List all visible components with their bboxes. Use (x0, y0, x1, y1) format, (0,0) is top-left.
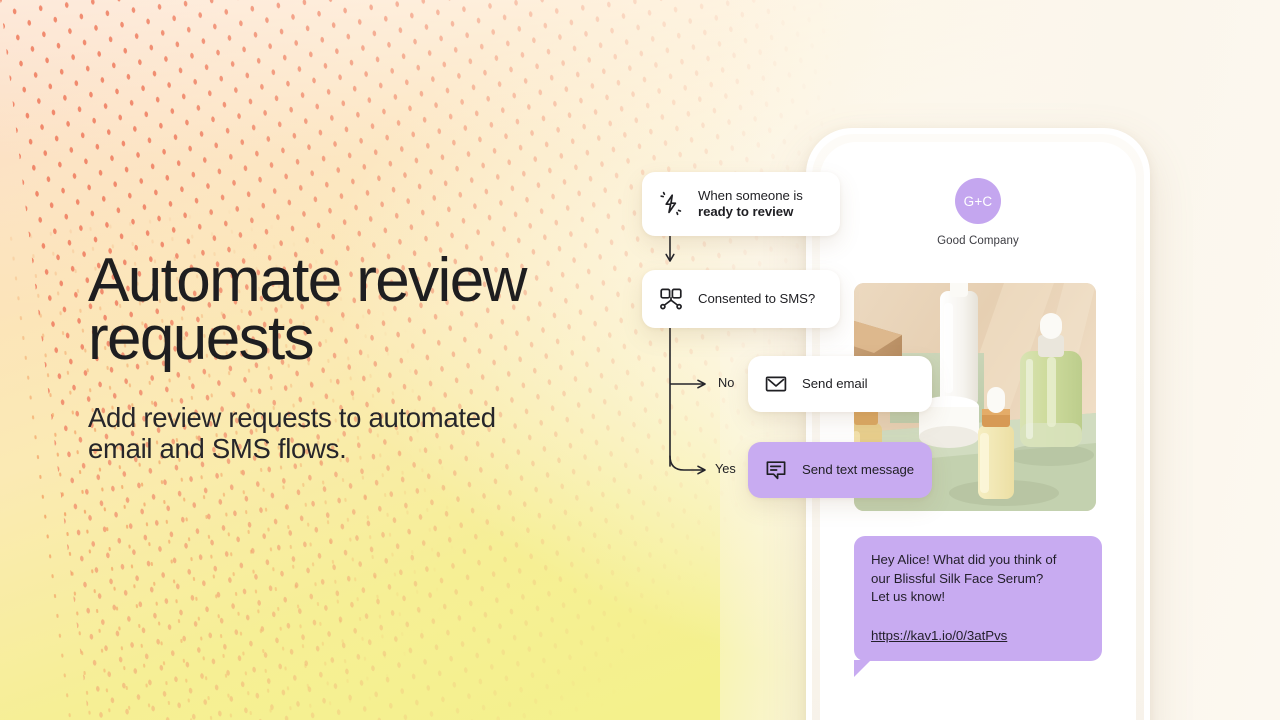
hero-banner: Automate review requests Add review requ… (0, 0, 1280, 720)
flow-node-send-email[interactable]: Send email (748, 356, 932, 412)
flow-node-condition[interactable]: Consented to SMS? (642, 270, 840, 328)
message-bubble-icon (764, 458, 788, 482)
flow-node-send-text[interactable]: Send text message (748, 442, 932, 498)
headline-line-2: requests (88, 304, 315, 373)
branch-label-no: No (718, 375, 735, 390)
trigger-label-bold: ready to review (698, 204, 794, 219)
flow-node-condition-label: Consented to SMS? (698, 290, 816, 306)
sms-body-line-2: our Blissful Silk Face Serum? (871, 570, 1044, 586)
flow-node-trigger[interactable]: When someone is ready to review (642, 172, 840, 236)
split-branch-icon (658, 286, 684, 312)
hero-copy: Automate review requests Add review requ… (88, 246, 568, 465)
trigger-label-regular: When someone is (698, 187, 803, 203)
flow-node-trigger-label: When someone is ready to review (698, 188, 803, 221)
envelope-icon (764, 372, 788, 396)
flow-diagram: When someone is ready to review Consente… (600, 140, 980, 520)
flow-node-send-email-label: Send email (802, 375, 868, 391)
sms-review-link[interactable]: https://kav1.io/0/3atPvs (871, 627, 1085, 646)
sms-body-line-3: Let us know! (871, 589, 946, 605)
headline-line-1: Automate review (88, 246, 527, 315)
subhead-line-2: email and SMS flows. (88, 433, 347, 464)
sms-body-line-1: Hey Alice! What did you think of (871, 552, 1057, 567)
sms-message: Hey Alice! What did you think of our Bli… (854, 536, 1102, 678)
sms-bubble: Hey Alice! What did you think of our Bli… (854, 536, 1102, 678)
subhead-line-1: Add review requests to automated (88, 402, 496, 433)
lightning-bolt-icon (658, 191, 684, 217)
flow-node-send-text-label: Send text message (802, 461, 915, 477)
hero-subtitle: Add review requests to automated email a… (88, 402, 568, 464)
page-title: Automate review requests (88, 246, 568, 373)
sms-bubble-tail (854, 660, 871, 678)
branch-label-yes: Yes (715, 461, 736, 476)
